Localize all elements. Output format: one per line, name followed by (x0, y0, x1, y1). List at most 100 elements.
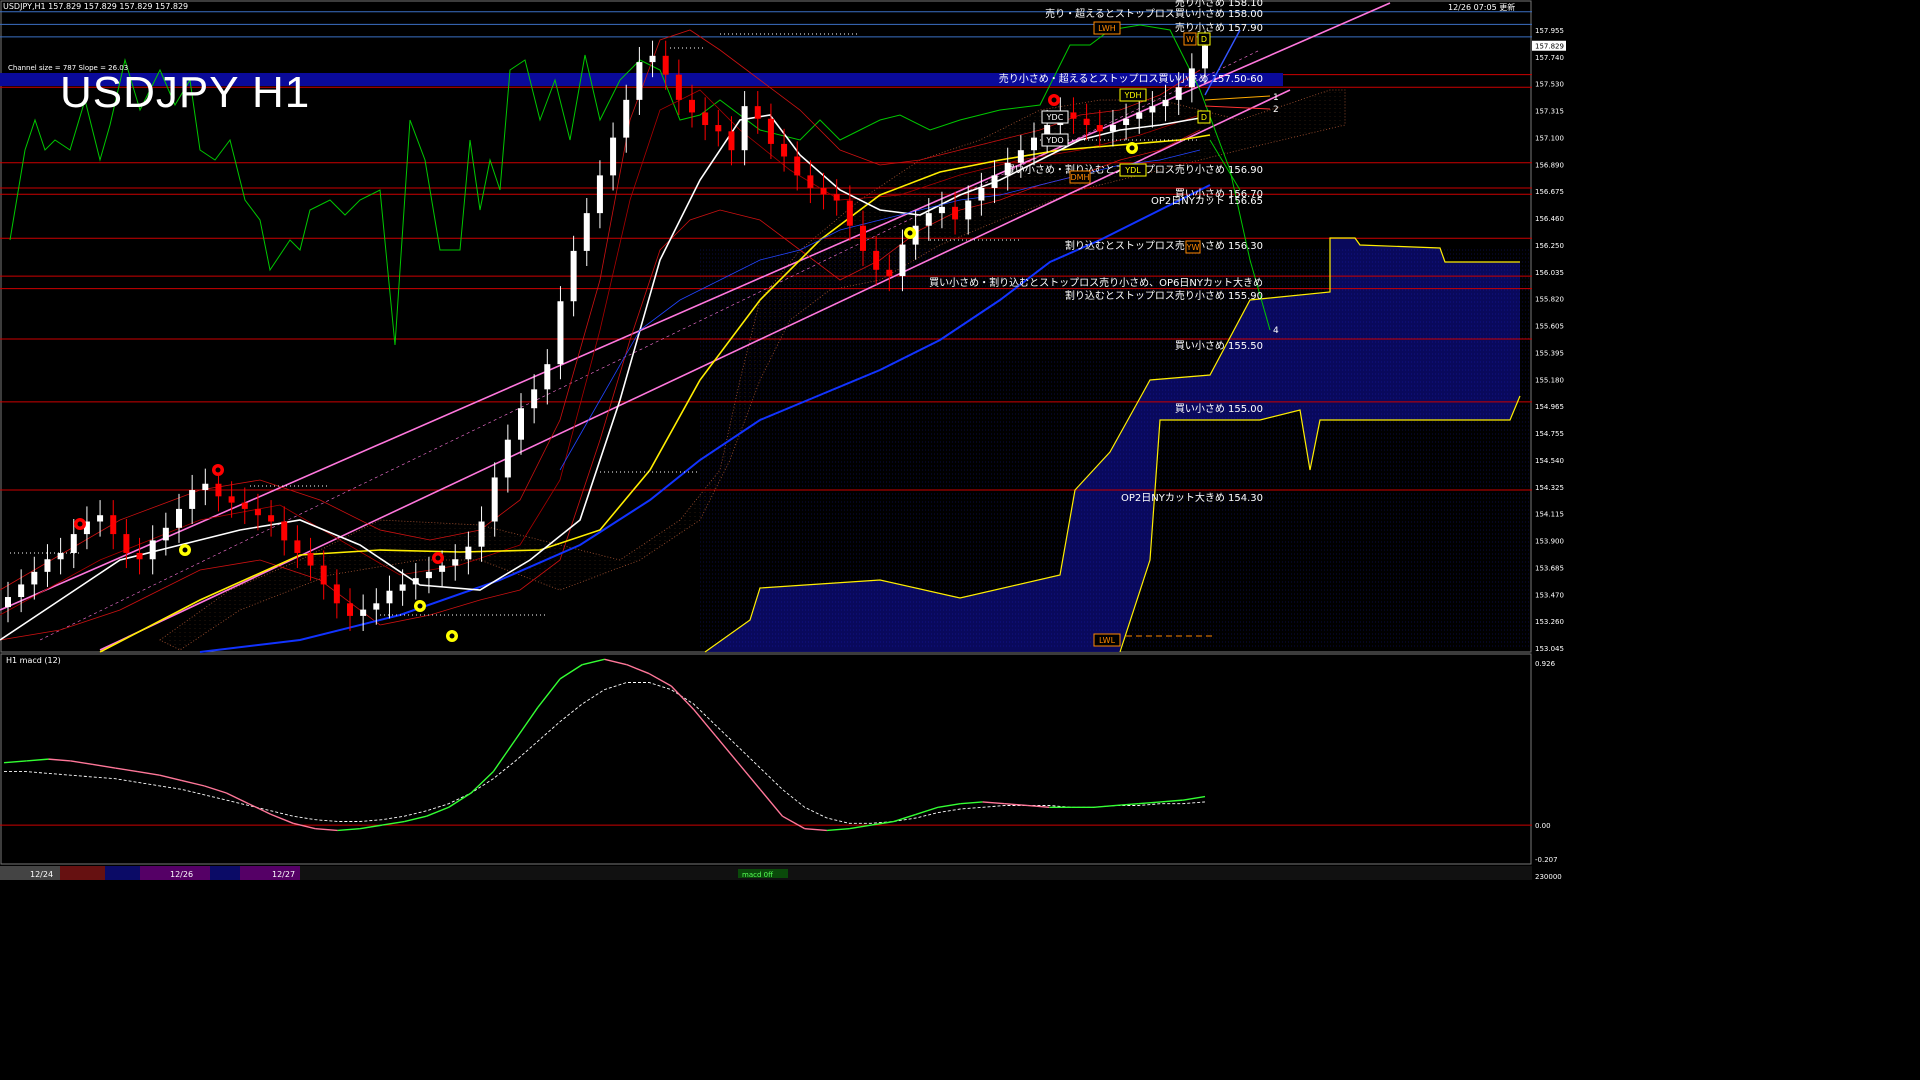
level-label-15810: 売り小さめ 158.10 (1175, 0, 1263, 9)
candle-body (899, 244, 906, 277)
candle-body (636, 62, 643, 100)
candle-body (820, 187, 827, 195)
fractal-marker-hole (907, 230, 913, 236)
candle-body (925, 213, 932, 226)
lwl-label: LWL (1099, 636, 1116, 645)
date-label-2: 12/26 (170, 870, 193, 879)
candle-body (268, 515, 275, 522)
ydo-label: YDO (1045, 136, 1063, 145)
date-label-1: 12/24 (30, 870, 53, 879)
candle-body (1070, 112, 1077, 119)
daily-label: D (1201, 35, 1207, 44)
candle-body (846, 200, 853, 226)
price-tick: 156.460 (1535, 215, 1564, 223)
candle-body (136, 552, 143, 560)
fractal-marker-hole (77, 521, 83, 527)
price-axis: 157.955 157.740 157.530 157.315 157.100 156.8… (1532, 0, 1568, 653)
candle-body (215, 483, 222, 497)
candle-body (31, 571, 38, 585)
candle-body (754, 106, 761, 119)
candle-body (596, 175, 603, 214)
price-tick: 153.045 (1535, 645, 1564, 653)
yw-label: YW (1186, 243, 1200, 252)
candle-body (807, 175, 814, 188)
candle-body (675, 74, 682, 100)
candle-body (320, 565, 327, 585)
candle-body (583, 213, 590, 251)
candle-body (1123, 118, 1130, 126)
candle-body (228, 496, 235, 503)
price-tick: 154.325 (1535, 484, 1564, 492)
candle-body (886, 269, 893, 277)
candle-body (991, 175, 998, 188)
candle-body (412, 578, 419, 585)
candle-body (1083, 118, 1090, 126)
candle-body (123, 534, 130, 553)
candle-body (176, 508, 182, 528)
price-tick: 153.260 (1535, 618, 1564, 626)
price-tick: 154.965 (1535, 403, 1564, 411)
price-tick: 156.890 (1535, 161, 1564, 169)
date-label-3: 12/27 (272, 870, 295, 879)
level-label-15665: OP2日NYカット 156.65 (1151, 195, 1263, 207)
candle-body (978, 187, 985, 201)
level-label-15750: 売り小さめ・超えるとストップロス買い小さめ 157.50-60 (999, 72, 1263, 85)
candle-body (70, 534, 77, 553)
current-price: 157.829 (1535, 43, 1564, 51)
price-tick: 156.035 (1535, 269, 1564, 277)
price-tick: 153.470 (1535, 591, 1564, 599)
candle-body (938, 206, 945, 214)
price-tick: 155.605 (1535, 323, 1564, 331)
macd-tick: 0.00 (1535, 822, 1551, 830)
fractal-marker-hole (215, 467, 221, 473)
ydh-label: YDH (1123, 91, 1141, 100)
candle-body (1096, 125, 1103, 132)
candle-body (1202, 45, 1208, 69)
candle-body (465, 546, 472, 560)
candle-body (425, 571, 432, 579)
candle-body (386, 590, 393, 604)
chart-title: USDJPY H1 (60, 68, 311, 117)
candle-body (544, 364, 551, 390)
price-tick: 154.115 (1535, 511, 1564, 519)
level-label-15500: 買い小さめ 155.00 (1175, 403, 1263, 415)
candle-body (965, 200, 972, 220)
price-tick: 153.900 (1535, 538, 1564, 546)
candle-body (794, 156, 801, 176)
update-time: 12/26 07:05 更新 (1448, 3, 1516, 12)
candle-body (767, 118, 774, 144)
fractal-marker-hole (449, 633, 455, 639)
candle-body (860, 225, 866, 251)
candle-body (1031, 137, 1037, 151)
candle-body (162, 527, 169, 541)
macd-tick: -0.207 (1535, 856, 1558, 864)
candle-body (1149, 106, 1156, 113)
candle-body (689, 99, 695, 113)
candle-body (399, 584, 406, 591)
candle-body (478, 521, 485, 547)
candle-body (254, 508, 261, 516)
candle-body (307, 552, 314, 566)
fractal-marker-hole (182, 547, 188, 553)
price-tick: 157.315 (1535, 108, 1564, 116)
candle-body (1136, 112, 1143, 119)
candle-body (44, 559, 51, 572)
candle-body (531, 389, 538, 409)
level-label-15800: 売り・超えるとストップロス買い小さめ 158.00 (1045, 7, 1263, 20)
candle-body (189, 490, 196, 509)
candle-body (110, 515, 117, 535)
wave-mark-1: 1 (1273, 93, 1279, 103)
price-tick: 157.530 (1535, 81, 1564, 89)
candle-body (373, 603, 380, 610)
candle-body (649, 55, 656, 63)
candle-body (333, 584, 340, 604)
lwh-label: LWH (1098, 24, 1116, 33)
ydc-label: YDC (1046, 113, 1064, 122)
candle-body (557, 301, 564, 365)
level-label-15790: 売り小さめ 157.90 (1175, 21, 1263, 34)
candle-body (662, 55, 669, 75)
dmh-label: DMH (1070, 173, 1089, 182)
candle-body (781, 143, 788, 157)
candle-body (833, 194, 840, 201)
macd-label: H1 macd (12) (6, 656, 61, 665)
